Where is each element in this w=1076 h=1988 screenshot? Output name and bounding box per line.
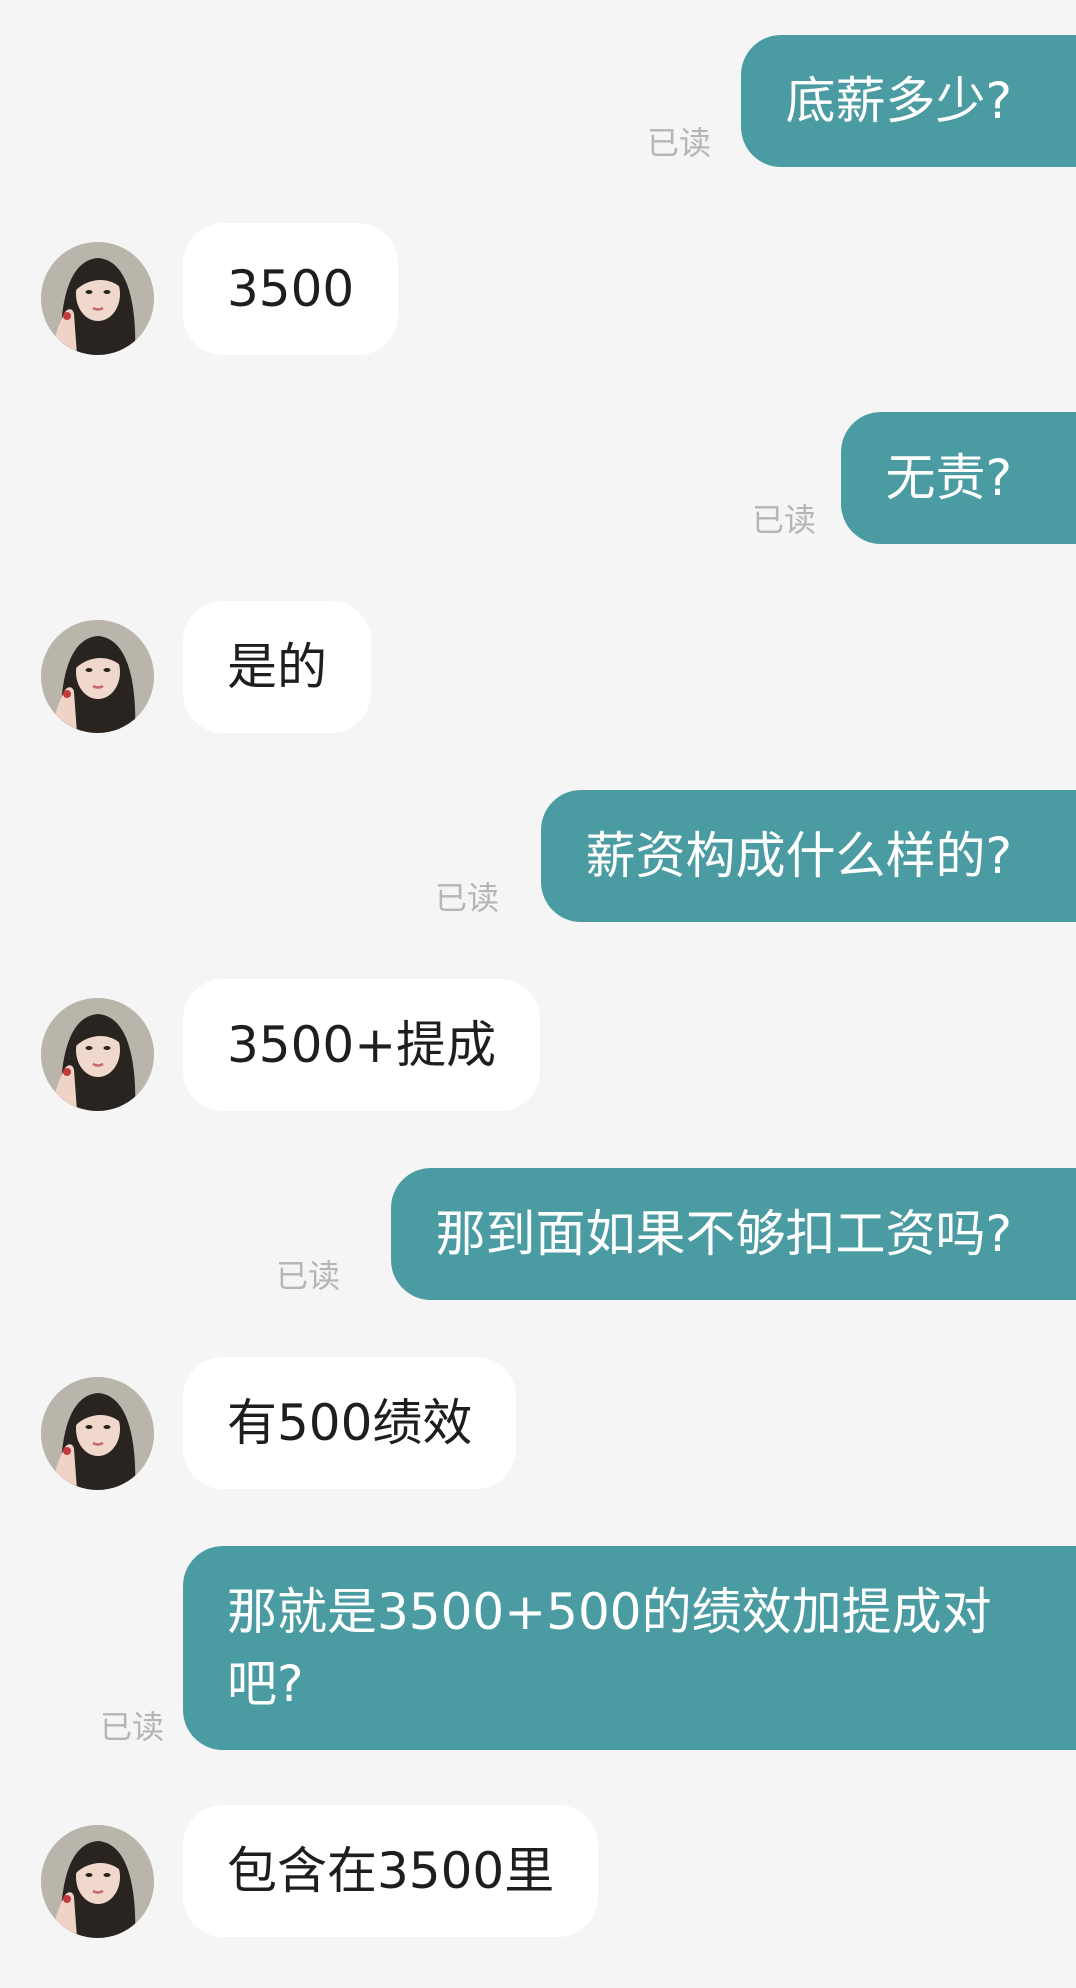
avatar-photo-icon — [41, 1377, 154, 1490]
message-text: 底薪多少? — [785, 72, 1012, 130]
avatar-photo-icon — [41, 1825, 154, 1938]
avatar-photo-icon — [41, 998, 154, 1111]
incoming-message-bubble[interactable]: 3500 — [183, 223, 399, 355]
message-text: 薪资构成什么样的? — [585, 827, 1012, 885]
outgoing-message-bubble[interactable]: 无责? — [841, 412, 1076, 544]
read-receipt: 已读 — [752, 501, 817, 539]
avatar-photo-icon — [41, 242, 154, 355]
contact-avatar[interactable] — [41, 1825, 154, 1938]
chat-message-list[interactable]: 底薪多少? 已读 3500 无责? 已读 是的 薪资构成什么样的? 已读 350… — [0, 0, 1076, 1988]
message-text: 3500 — [227, 260, 355, 318]
incoming-message-bubble[interactable]: 3500+提成 — [183, 979, 541, 1111]
message-text: 那到面如果不够扣工资吗? — [435, 1205, 1012, 1263]
read-receipt: 已读 — [647, 124, 712, 162]
incoming-message-bubble[interactable]: 是的 — [183, 601, 371, 733]
outgoing-message-bubble[interactable]: 薪资构成什么样的? — [541, 790, 1076, 922]
message-text: 有500绩效 — [227, 1394, 473, 1452]
avatar-photo-icon — [41, 620, 154, 733]
outgoing-message-bubble[interactable]: 底薪多少? — [741, 35, 1076, 167]
contact-avatar[interactable] — [41, 1377, 154, 1490]
message-text: 包含在3500里 — [227, 1842, 555, 1900]
message-text: 3500+提成 — [227, 1016, 497, 1074]
outgoing-message-bubble[interactable]: 那到面如果不够扣工资吗? — [391, 1168, 1076, 1300]
message-text: 无责? — [885, 449, 1012, 507]
contact-avatar[interactable] — [41, 242, 154, 355]
outgoing-message-bubble[interactable]: 那就是3500+500的绩效加提成对吧? — [183, 1546, 1076, 1750]
contact-avatar[interactable] — [41, 998, 154, 1111]
incoming-message-bubble[interactable]: 包含在3500里 — [183, 1805, 599, 1937]
contact-avatar[interactable] — [41, 620, 154, 733]
message-text: 那就是3500+500的绩效加提成对吧? — [227, 1583, 992, 1713]
read-receipt: 已读 — [276, 1257, 341, 1295]
message-text: 是的 — [227, 638, 327, 696]
read-receipt: 已读 — [435, 879, 500, 917]
incoming-message-bubble[interactable]: 有500绩效 — [183, 1357, 517, 1489]
read-receipt: 已读 — [100, 1708, 165, 1746]
